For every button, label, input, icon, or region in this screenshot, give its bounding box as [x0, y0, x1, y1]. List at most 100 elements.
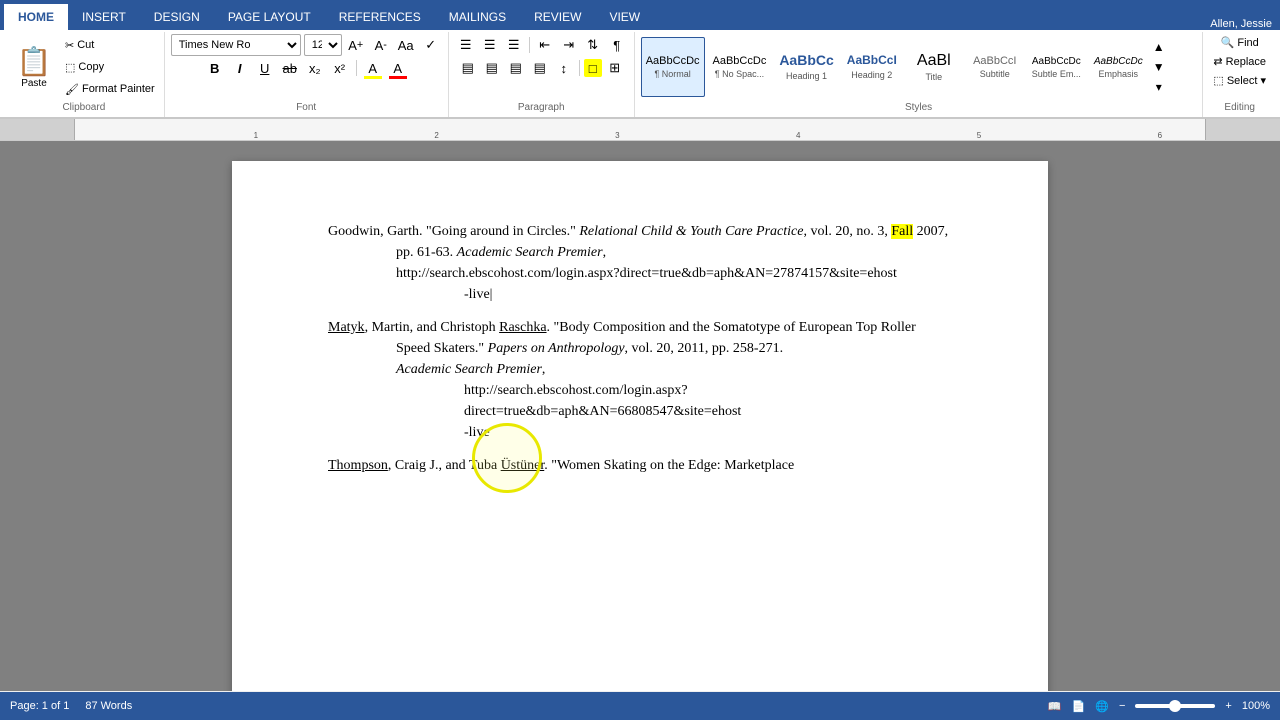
styles-group: AaBbCcDc ¶ Normal AaBbCcDc ¶ No Spac... …: [635, 32, 1204, 117]
replace-button[interactable]: ⇄ Replace: [1209, 53, 1270, 70]
sort-button[interactable]: ⇅: [582, 34, 604, 56]
style-normal-sample: AaBbCcDc: [646, 55, 700, 67]
select-icon: ⬚: [1213, 74, 1223, 87]
zoom-in-button[interactable]: +: [1225, 700, 1231, 712]
doc-area[interactable]: Goodwin, Garth. "Going around in Circles…: [0, 141, 1280, 691]
style-emphasis[interactable]: AaBbCcDc Emphasis: [1089, 37, 1148, 97]
clipboard-group-content: 📋 Paste ✂ Cut ⬚ Copy 🖌 Format Painter: [10, 34, 158, 100]
paragraph-group: ☰ ☰ ☰ ⇤ ⇥ ⇅ ¶ ▤ ▤ ▤ ▤ ↕ □ ⊞: [449, 32, 635, 117]
paragraph-group-content: ☰ ☰ ☰ ⇤ ⇥ ⇅ ¶ ▤ ▤ ▤ ▤ ↕ □ ⊞: [455, 34, 628, 100]
reference-2[interactable]: Matyk, Martin, and Christoph Raschka. "B…: [328, 317, 952, 443]
scissors-icon: ✂: [65, 39, 74, 52]
select-button[interactable]: ⬚ Select ▾: [1209, 72, 1270, 89]
zoom-out-button[interactable]: −: [1119, 700, 1125, 712]
style-heading1[interactable]: AaBbCc Heading 1: [774, 37, 838, 97]
font-color-button[interactable]: A: [387, 57, 409, 79]
font-group-content: Times New Ro 12 A+ A- Aа ✓ B I U ab x₂: [171, 34, 442, 100]
change-case-button[interactable]: Aа: [395, 34, 417, 56]
bold-button[interactable]: B: [204, 57, 226, 79]
format-painter-button[interactable]: 🖌 Format Painter: [62, 82, 158, 97]
borders-button[interactable]: ⊞: [604, 57, 626, 79]
styles-scroll[interactable]: ▲ ▼ ▾: [1151, 37, 1167, 97]
clear-formatting-button[interactable]: ✓: [420, 34, 442, 56]
shading-button[interactable]: □: [584, 59, 602, 77]
view-icon-print[interactable]: 📄: [1072, 700, 1086, 713]
numbering-button[interactable]: ☰: [479, 34, 501, 56]
clipboard-group: 📋 Paste ✂ Cut ⬚ Copy 🖌 Format Painter: [4, 32, 165, 117]
style-heading2-label: Heading 2: [851, 70, 892, 80]
increase-indent-button[interactable]: ⇥: [558, 34, 580, 56]
tab-review[interactable]: REVIEW: [520, 4, 595, 30]
style-title-label: Title: [925, 72, 942, 82]
cut-label: Cut: [77, 39, 94, 51]
style-emphasis-label: Emphasis: [1099, 69, 1139, 79]
decrease-indent-button[interactable]: ⇤: [534, 34, 556, 56]
show-hide-button[interactable]: ¶: [606, 34, 628, 56]
document-page[interactable]: Goodwin, Garth. "Going around in Circles…: [232, 161, 1048, 691]
italic-button[interactable]: I: [229, 57, 251, 79]
align-left-button[interactable]: ▤: [457, 57, 479, 79]
superscript-button[interactable]: x²: [329, 57, 351, 79]
style-heading2[interactable]: AaBbCcI Heading 2: [842, 37, 902, 97]
ruler-mark-2: 2: [434, 131, 438, 140]
replace-label: Replace: [1226, 56, 1266, 68]
ruler-left-margin: [0, 119, 75, 140]
increase-font-button[interactable]: A+: [345, 34, 367, 56]
divider1: [356, 60, 357, 76]
font-format-row: B I U ab x₂ x² A A: [204, 57, 409, 79]
style-subtle-emphasis-sample: AaBbCcDc: [1032, 56, 1081, 67]
tab-insert[interactable]: INSERT: [68, 4, 140, 30]
para-row1: ☰ ☰ ☰ ⇤ ⇥ ⇅ ¶: [455, 34, 628, 56]
ribbon-content: 📋 Paste ✂ Cut ⬚ Copy 🖌 Format Painter: [0, 30, 1280, 118]
status-bar: Page: 1 of 1 87 Words 📖 📄 🌐 − + 100%: [0, 692, 1280, 720]
style-no-spacing[interactable]: AaBbCcDc ¶ No Spac...: [708, 37, 772, 97]
words-status: 87 Words: [85, 700, 132, 712]
cut-button[interactable]: ✂ Cut: [62, 38, 158, 53]
align-center-button[interactable]: ▤: [481, 57, 503, 79]
find-label: Find: [1237, 37, 1258, 49]
multilevel-button[interactable]: ☰: [503, 34, 525, 56]
paste-label: Paste: [21, 78, 47, 89]
text-highlight-button[interactable]: A: [362, 57, 384, 79]
underline-button[interactable]: U: [254, 57, 276, 79]
para-row2: ▤ ▤ ▤ ▤ ↕ □ ⊞: [457, 57, 626, 79]
tab-bar: HOME INSERT DESIGN PAGE LAYOUT REFERENCE…: [0, 0, 1280, 30]
copy-button[interactable]: ⬚ Copy: [62, 60, 158, 75]
zoom-slider[interactable]: [1135, 704, 1215, 708]
ustuner-underline: Üstüner: [501, 458, 545, 473]
font-name-select[interactable]: Times New Ro: [171, 34, 301, 56]
align-right-button[interactable]: ▤: [505, 57, 527, 79]
tab-references[interactable]: REFERENCES: [325, 4, 435, 30]
justify-button[interactable]: ▤: [529, 57, 551, 79]
style-subtitle[interactable]: AaBbCcI Subtitle: [966, 37, 1024, 97]
style-subtle-emphasis[interactable]: AaBbCcDc Subtle Em...: [1027, 37, 1086, 97]
tab-home[interactable]: HOME: [4, 4, 68, 30]
zoom-thumb: [1169, 700, 1181, 712]
strikethrough-button[interactable]: ab: [279, 57, 301, 79]
tab-design[interactable]: DESIGN: [140, 4, 214, 30]
format-painter-label: Format Painter: [82, 83, 155, 95]
style-title-sample: AaBl: [917, 52, 951, 70]
style-normal[interactable]: AaBbCcDc ¶ Normal: [641, 37, 705, 97]
style-title[interactable]: AaBl Title: [905, 37, 963, 97]
style-heading2-sample: AaBbCcI: [847, 54, 897, 67]
paste-button[interactable]: 📋 Paste: [10, 34, 58, 100]
find-button[interactable]: 🔍 Find: [1217, 34, 1263, 51]
tab-page-layout[interactable]: PAGE LAYOUT: [214, 4, 325, 30]
font-size-select[interactable]: 12: [304, 34, 342, 56]
fall-highlight: Fall: [891, 224, 913, 239]
subscript-button[interactable]: x₂: [304, 57, 326, 79]
line-spacing-button[interactable]: ↕: [553, 57, 575, 79]
tab-mailings[interactable]: MAILINGS: [435, 4, 520, 30]
style-no-spacing-label: ¶ No Spac...: [715, 69, 764, 79]
bullets-button[interactable]: ☰: [455, 34, 477, 56]
reference-3[interactable]: Thompson, Craig J., and Tuba Üstüner. "W…: [328, 455, 952, 476]
copy-label: Copy: [78, 61, 104, 73]
clipboard-label: Clipboard: [10, 100, 158, 115]
view-icon-web[interactable]: 🌐: [1095, 700, 1109, 713]
view-icon-read[interactable]: 📖: [1048, 700, 1062, 713]
tab-view[interactable]: VIEW: [595, 4, 654, 30]
decrease-font-button[interactable]: A-: [370, 34, 392, 56]
reference-1[interactable]: Goodwin, Garth. "Going around in Circles…: [328, 221, 952, 305]
style-heading1-label: Heading 1: [786, 71, 827, 81]
